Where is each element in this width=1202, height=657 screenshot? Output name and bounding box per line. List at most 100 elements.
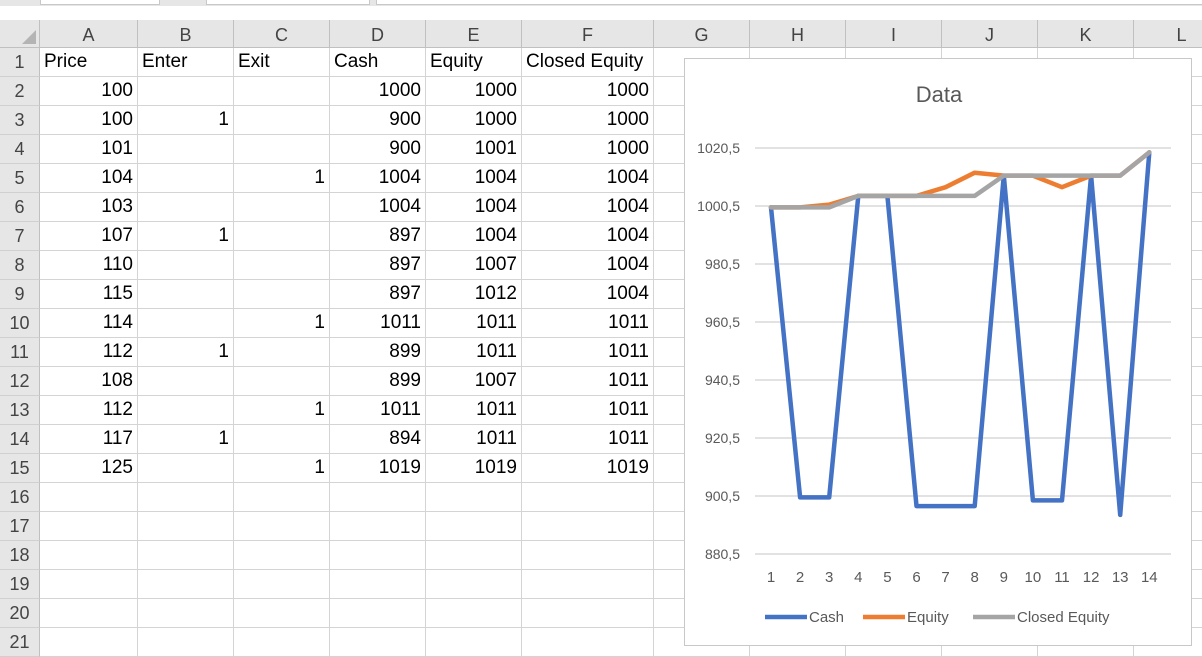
cell-a10[interactable]: 114 [40,309,138,338]
cell-e9[interactable]: 1012 [426,280,522,309]
cell-c18[interactable] [234,541,330,570]
cell-d1[interactable]: Cash [330,48,426,77]
cell-a18[interactable] [40,541,138,570]
cell-b10[interactable] [138,309,234,338]
cell-f4[interactable]: 1000 [522,135,654,164]
row-header-19[interactable]: 19 [0,570,40,599]
cell-d13[interactable]: 1011 [330,396,426,425]
cell-b1[interactable]: Enter [138,48,234,77]
cell-e21[interactable] [426,628,522,657]
cell-d6[interactable]: 1004 [330,193,426,222]
cell-c2[interactable] [234,77,330,106]
cell-b21[interactable] [138,628,234,657]
cell-f15[interactable]: 1019 [522,454,654,483]
cell-e4[interactable]: 1001 [426,135,522,164]
cell-a15[interactable]: 125 [40,454,138,483]
cell-a13[interactable]: 112 [40,396,138,425]
cell-a2[interactable]: 100 [40,77,138,106]
cell-c1[interactable]: Exit [234,48,330,77]
cell-f17[interactable] [522,512,654,541]
row-header-6[interactable]: 6 [0,193,40,222]
cell-d8[interactable]: 897 [330,251,426,280]
cell-e1[interactable]: Equity [426,48,522,77]
cell-a20[interactable] [40,599,138,628]
column-header-i[interactable]: I [846,20,942,48]
cell-f1[interactable]: Closed Equity [522,48,654,77]
cell-e13[interactable]: 1011 [426,396,522,425]
cell-e14[interactable]: 1011 [426,425,522,454]
cell-d19[interactable] [330,570,426,599]
cell-f19[interactable] [522,570,654,599]
column-header-f[interactable]: F [522,20,654,48]
cell-c13[interactable]: 1 [234,396,330,425]
cell-e18[interactable] [426,541,522,570]
cell-e16[interactable] [426,483,522,512]
cell-c19[interactable] [234,570,330,599]
row-header-21[interactable]: 21 [0,628,40,657]
cell-b15[interactable] [138,454,234,483]
cell-a4[interactable]: 101 [40,135,138,164]
row-header-17[interactable]: 17 [0,512,40,541]
cell-e8[interactable]: 1007 [426,251,522,280]
cell-f9[interactable]: 1004 [522,280,654,309]
row-header-11[interactable]: 11 [0,338,40,367]
cell-e15[interactable]: 1019 [426,454,522,483]
cell-b12[interactable] [138,367,234,396]
cell-f8[interactable]: 1004 [522,251,654,280]
cell-f14[interactable]: 1011 [522,425,654,454]
cell-f6[interactable]: 1004 [522,193,654,222]
cell-e17[interactable] [426,512,522,541]
cell-f20[interactable] [522,599,654,628]
cell-d7[interactable]: 897 [330,222,426,251]
column-header-g[interactable]: G [654,20,750,48]
select-all-button[interactable] [0,20,40,48]
cell-c20[interactable] [234,599,330,628]
row-header-1[interactable]: 1 [0,48,40,77]
cell-d17[interactable] [330,512,426,541]
cell-f5[interactable]: 1004 [522,164,654,193]
cell-d3[interactable]: 900 [330,106,426,135]
cell-e3[interactable]: 1000 [426,106,522,135]
cell-a1[interactable]: Price [40,48,138,77]
row-header-2[interactable]: 2 [0,77,40,106]
column-header-k[interactable]: K [1038,20,1134,48]
cell-a12[interactable]: 108 [40,367,138,396]
cell-b20[interactable] [138,599,234,628]
cell-b16[interactable] [138,483,234,512]
row-header-10[interactable]: 10 [0,309,40,338]
cell-b9[interactable] [138,280,234,309]
row-header-3[interactable]: 3 [0,106,40,135]
cell-a11[interactable]: 112 [40,338,138,367]
cell-c8[interactable] [234,251,330,280]
cell-f16[interactable] [522,483,654,512]
cell-b5[interactable] [138,164,234,193]
row-header-14[interactable]: 14 [0,425,40,454]
cell-a5[interactable]: 104 [40,164,138,193]
cell-c3[interactable] [234,106,330,135]
cell-d12[interactable]: 899 [330,367,426,396]
cell-e7[interactable]: 1004 [426,222,522,251]
cell-f18[interactable] [522,541,654,570]
cell-c10[interactable]: 1 [234,309,330,338]
cell-a7[interactable]: 107 [40,222,138,251]
cell-d20[interactable] [330,599,426,628]
cell-a8[interactable]: 110 [40,251,138,280]
cell-a19[interactable] [40,570,138,599]
cell-e10[interactable]: 1011 [426,309,522,338]
cell-d10[interactable]: 1011 [330,309,426,338]
cell-b13[interactable] [138,396,234,425]
column-header-l[interactable]: L [1134,20,1202,48]
row-header-5[interactable]: 5 [0,164,40,193]
cell-f21[interactable] [522,628,654,657]
column-header-d[interactable]: D [330,20,426,48]
row-header-18[interactable]: 18 [0,541,40,570]
cell-b2[interactable] [138,77,234,106]
cell-f13[interactable]: 1011 [522,396,654,425]
row-header-15[interactable]: 15 [0,454,40,483]
cell-c6[interactable] [234,193,330,222]
cell-f11[interactable]: 1011 [522,338,654,367]
cell-d21[interactable] [330,628,426,657]
cell-d2[interactable]: 1000 [330,77,426,106]
cell-b6[interactable] [138,193,234,222]
cell-b19[interactable] [138,570,234,599]
